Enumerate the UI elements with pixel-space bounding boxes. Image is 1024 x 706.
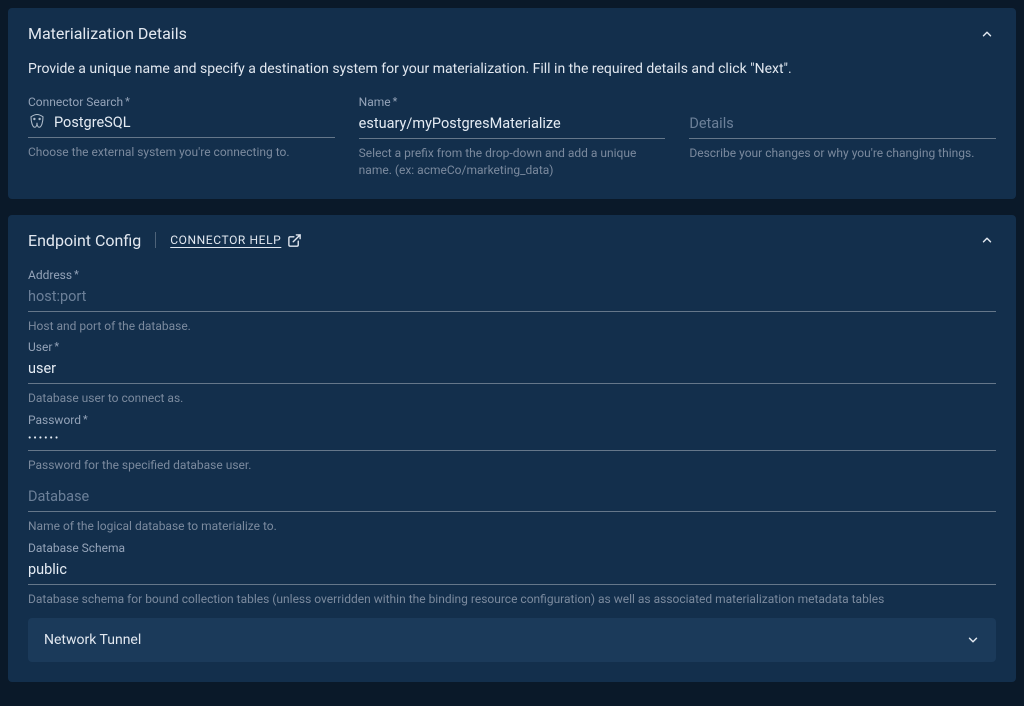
user-helper: Database user to connect as. [28, 390, 996, 407]
connector-search-col: Connector Search PostgreSQL Choose the e… [28, 95, 335, 179]
name-col: Name Select a prefix from the drop-down … [359, 95, 666, 179]
network-tunnel-section[interactable]: Network Tunnel [28, 618, 996, 662]
name-input[interactable] [359, 111, 666, 139]
materialization-details-panel: Materialization Details Provide a unique… [8, 8, 1016, 199]
address-helper: Host and port of the database. [28, 318, 996, 335]
panel-title: Materialization Details [28, 24, 187, 43]
password-label: Password [28, 413, 996, 427]
details-row: Connector Search PostgreSQL Choose the e… [28, 95, 996, 179]
address-input[interactable] [28, 284, 996, 312]
divider [155, 232, 156, 248]
password-field: Password Password for the specified data… [28, 413, 996, 474]
endpoint-config-panel: Endpoint Config CONNECTOR HELP Address H… [8, 215, 1016, 682]
network-tunnel-title: Network Tunnel [44, 632, 141, 648]
details-input[interactable] [689, 111, 996, 139]
collapse-toggle[interactable] [978, 231, 996, 249]
connector-helper: Choose the external system you're connec… [28, 144, 335, 161]
help-link-text: CONNECTOR HELP [170, 233, 281, 247]
panel-header: Endpoint Config CONNECTOR HELP [28, 231, 996, 250]
panel-header-left: Endpoint Config CONNECTOR HELP [28, 231, 302, 250]
user-field: User Database user to connect as. [28, 340, 996, 407]
connector-search-label: Connector Search [28, 95, 335, 109]
password-input[interactable] [28, 429, 996, 451]
chevron-up-icon [980, 233, 994, 247]
name-helper: Select a prefix from the drop-down and a… [359, 145, 666, 179]
details-helper: Describe your changes or why you're chan… [689, 145, 996, 162]
external-link-icon [287, 233, 302, 248]
schema-input[interactable] [28, 557, 996, 585]
connector-search-input[interactable]: PostgreSQL [28, 111, 335, 138]
database-field: Name of the logical database to material… [28, 484, 996, 535]
database-input[interactable] [28, 484, 996, 512]
connector-help-link[interactable]: CONNECTOR HELP [170, 233, 302, 248]
address-field: Address Host and port of the database. [28, 268, 996, 335]
panel-intro: Provide a unique name and specify a dest… [28, 61, 996, 77]
database-helper: Name of the logical database to material… [28, 518, 996, 535]
connector-value: PostgreSQL [54, 114, 131, 131]
collapse-toggle[interactable] [978, 25, 996, 43]
panel-title: Endpoint Config [28, 231, 141, 250]
password-helper: Password for the specified database user… [28, 457, 996, 474]
postgresql-icon [28, 113, 46, 131]
address-label: Address [28, 268, 996, 282]
chevron-down-icon [966, 633, 980, 647]
chevron-up-icon [980, 27, 994, 41]
details-col: Details Describe your changes or why you… [689, 95, 996, 179]
panel-header: Materialization Details [28, 24, 996, 43]
schema-label: Database Schema [28, 541, 996, 555]
schema-field: Database Schema Database schema for boun… [28, 541, 996, 608]
name-label: Name [359, 95, 666, 109]
schema-helper: Database schema for bound collection tab… [28, 591, 996, 608]
user-input[interactable] [28, 356, 996, 384]
user-label: User [28, 340, 996, 354]
